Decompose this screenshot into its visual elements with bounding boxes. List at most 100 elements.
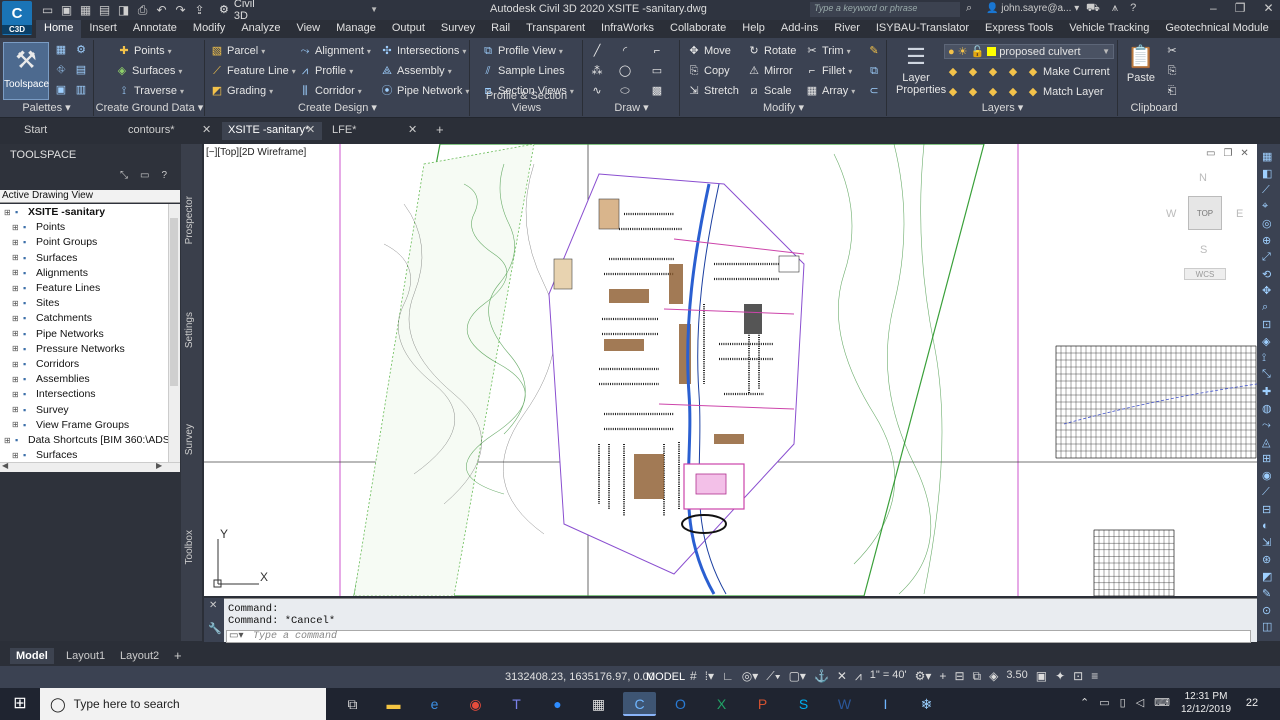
toolbox-icon[interactable]: ▤ [74,64,88,76]
viewcube-west[interactable]: W [1166,208,1176,220]
ribbon-tab-manage[interactable]: Manage [328,20,384,38]
expand-icon[interactable]: ⊞ [12,405,20,414]
line-icon[interactable]: ╱ [590,45,604,57]
ribbon-tab-insert[interactable]: Insert [81,20,125,38]
right-tool-icon[interactable]: ◧ [1262,167,1272,180]
workspace-switcher[interactable]: ⚙ Civil 3D ▼ [218,0,378,22]
tree-item[interactable]: ⊞ ▪ Point Groups [12,236,97,248]
clipboard-panel-title[interactable]: Clipboard [1119,102,1189,114]
share-icon[interactable]: ⇪ [192,3,207,17]
object-snap-icon[interactable]: ▢▾ [789,669,806,684]
ribbon-tab-transparent[interactable]: Transparent [518,20,593,38]
tree-item[interactable]: ⊞ ▪ XSITE -sanitary [4,206,105,218]
help-icon[interactable]: ? [1130,2,1136,16]
ribbon-tab-vehicle-tracking[interactable]: Vehicle Tracking [1061,20,1157,38]
copy-button[interactable]: ⎘ Copy [687,65,730,77]
rotate-button[interactable]: ↻ Rotate [747,45,796,57]
traverse-button[interactable]: ⟟ Traverse ▾ [117,85,184,97]
drawing-viewport[interactable] [204,144,1257,596]
cursor-coordinates[interactable]: 3132408.23, 1635176.97, 0.00 [505,671,655,683]
right-tool-icon[interactable]: ⌕ [1262,301,1268,314]
scroll-left-icon[interactable]: ◀ [2,461,8,470]
undo-icon[interactable]: ↶ [154,3,169,17]
right-tool-icon[interactable]: ⌖ [1262,200,1268,213]
right-tool-icon[interactable]: ⟋ [1262,184,1270,197]
polyline-icon[interactable]: ⌐ [650,45,664,57]
ribbon-tab-survey[interactable]: Survey [433,20,483,38]
binoculars-icon[interactable]: ⌕ [966,2,972,15]
ground-panel-title[interactable]: Create Ground Data ▾ [95,101,204,114]
ribbon-tab-add-ins[interactable]: Add-ins [773,20,826,38]
windows-start-icon[interactable]: ⊞ [0,688,40,720]
taskbar-search[interactable]: ◯ Type here to search [40,688,326,720]
right-tool-icon[interactable]: ⊛ [1262,553,1271,566]
keyword-search-input[interactable]: Type a keyword or phrase [810,2,960,17]
units-icon[interactable]: ⊟ [954,669,964,684]
layer-unisolate-icon[interactable]: ◆ [966,86,980,98]
ortho-icon[interactable]: ∟ [722,669,734,684]
annotation-monitor-icon[interactable]: + [939,669,946,684]
points-button[interactable]: ✚ Points ▾ [117,45,171,57]
right-tool-icon[interactable]: ✥ [1262,284,1271,297]
layer-on-icon[interactable]: ◆ [946,86,960,98]
restore-icon[interactable]: ❐ [1235,1,1246,15]
right-tool-icon[interactable]: ⊙ [1262,604,1271,617]
layer-properties-button[interactable]: ☰ Layer Properties [896,42,946,96]
tray-overflow-icon[interactable]: ⌃ [1080,696,1089,709]
parcel-button[interactable]: ▧ Parcel ▾ [210,45,265,57]
paste-button[interactable]: 📋 Paste [1125,42,1157,84]
task-view-icon[interactable]: ⧉ [336,692,369,716]
viewcube-south[interactable]: S [1200,244,1207,256]
layer-isolate-icon[interactable]: ◆ [966,66,980,78]
viewport-minimize-icon[interactable]: ▭ [1206,148,1215,159]
save-icon[interactable]: ▦ [78,3,93,17]
right-tool-icon[interactable]: ◫ [1262,620,1272,633]
right-tool-icon[interactable]: ◉ [1262,469,1272,482]
tree-item[interactable]: ⊞ ▪ Pipe Networks [12,328,104,340]
snap-icon[interactable]: ⁞▾ [705,669,714,684]
outlook-icon[interactable]: O [664,692,697,716]
annotation-scale-icon[interactable]: ⩘ [855,669,862,684]
close-tab-icon[interactable]: ✕ [408,123,417,136]
ribbon-tab-river[interactable]: River [826,20,868,38]
model-space-toggle[interactable]: MODEL [646,671,685,683]
palettes-panel-title[interactable]: Palettes ▾ [0,101,93,114]
edge-icon[interactable]: e [418,692,451,716]
pipe-network-button[interactable]: ⦿ Pipe Network ▾ [380,85,470,97]
expand-icon[interactable]: ⊞ [12,390,20,399]
active-drawing-view-selector[interactable]: Active Drawing View [0,190,180,203]
fillet-button[interactable]: ⌐ Fillet ▾ [805,65,852,77]
viewcube-north[interactable]: N [1199,172,1207,184]
layers-palette-icon[interactable]: ▥ [74,84,88,96]
ribbon-tab-isybau-translator[interactable]: ISYBAU-Translator [868,20,977,38]
expand-icon[interactable]: ⊞ [12,253,20,262]
expand-icon[interactable]: ⊞ [4,208,12,217]
right-tool-icon[interactable]: ✎ [1262,587,1271,600]
user-signin[interactable]: 👤 john.sayre@a... ▾ [986,3,1079,14]
right-tool-icon[interactable]: ⊞ [1262,452,1271,465]
layer-dropdown[interactable]: ● ☀ 🔓 proposed culvert ▼ [944,44,1114,59]
workspace-gear-icon[interactable]: ⚙▾ [915,669,932,684]
right-tool-icon[interactable]: ⇲ [1262,536,1271,549]
layer-lock-icon[interactable]: ◆ [1006,66,1020,78]
settings-icon[interactable]: ⚙ [74,44,88,56]
prospector-icon[interactable]: ▦ [54,44,68,56]
spline-icon[interactable]: ∿ [590,85,604,97]
tree-item[interactable]: ⊞ ▪ Sites [12,297,59,309]
ribbon-tab-collaborate[interactable]: Collaborate [662,20,734,38]
new-file-icon[interactable]: ▭ [40,3,55,17]
application-menu-button[interactable]: C C3D [2,1,32,35]
lineweight-icon[interactable]: ◈ [989,669,998,684]
layer-off-icon[interactable]: ◆ [946,66,960,78]
tree-item[interactable]: ⊞ ▪ Survey [12,404,69,416]
trim-button[interactable]: ✂ Trim ▾ [805,45,850,57]
open-folder-icon[interactable]: ▣ [59,3,74,17]
taskbar-clock[interactable]: 12:31 PM 12/12/2019 [1180,690,1232,716]
point-icon[interactable]: ⁂ [590,65,604,77]
side-tab-survey[interactable]: Survey [184,424,195,455]
cart-icon[interactable]: ⛟ [1086,2,1100,16]
tree-item[interactable]: ⊞ ▪ View Frame Groups [12,419,129,431]
rectangle-icon[interactable]: ▭ [650,65,664,77]
close-icon[interactable]: ✕ [1263,1,1273,15]
ribbon-tab-infraworks[interactable]: InfraWorks [593,20,662,38]
